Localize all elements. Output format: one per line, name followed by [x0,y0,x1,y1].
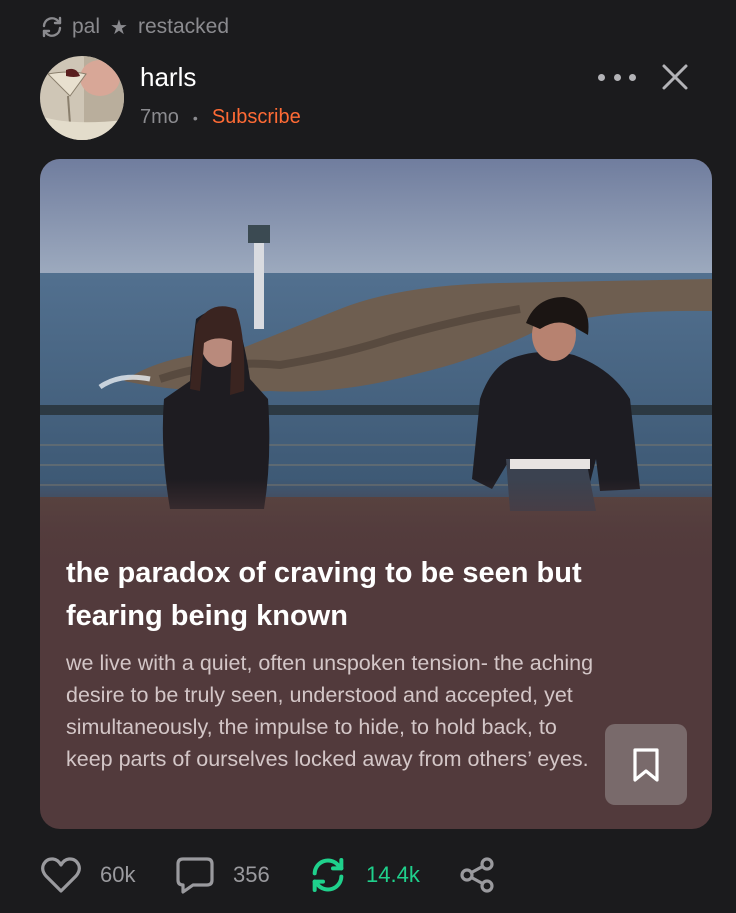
comment-icon [176,857,214,894]
meta-separator: • [192,109,198,126]
subscribe-link[interactable]: Subscribe [212,106,301,129]
post-meta: 7mo • Subscribe [140,106,301,129]
share-button[interactable] [458,852,498,898]
heart-icon [41,857,81,893]
restack-user[interactable]: pal [72,15,100,39]
share-icon [460,857,494,893]
like-button[interactable]: 60k [40,852,135,898]
more-options-icon[interactable] [598,62,636,92]
close-icon[interactable] [660,62,690,92]
restack-active-icon [312,858,344,892]
post-card[interactable]: the paradox of craving to be seen but fe… [40,159,712,829]
comment-count: 356 [233,862,270,887]
bookmark-button[interactable] [605,724,687,805]
comment-button[interactable]: 356 [175,852,270,898]
post-excerpt: we live with a quiet, often unspoken ten… [66,651,594,771]
restack-button[interactable]: 14.4k [308,852,420,898]
restack-header: pal ★ restacked [40,14,229,40]
post-actions: 60k 356 14.4k [40,852,700,898]
star-icon: ★ [110,16,128,39]
restack-label: restacked [137,15,230,38]
like-count: 60k [100,862,136,887]
restack-icon [42,16,62,38]
avatar[interactable] [40,56,124,140]
restack-count: 14.4k [366,862,420,887]
bookmark-icon [633,747,659,782]
post-time: 7mo [140,106,179,128]
author-name[interactable]: harls [140,62,196,93]
post-title[interactable]: the paradox of craving to be seen but fe… [66,552,626,638]
